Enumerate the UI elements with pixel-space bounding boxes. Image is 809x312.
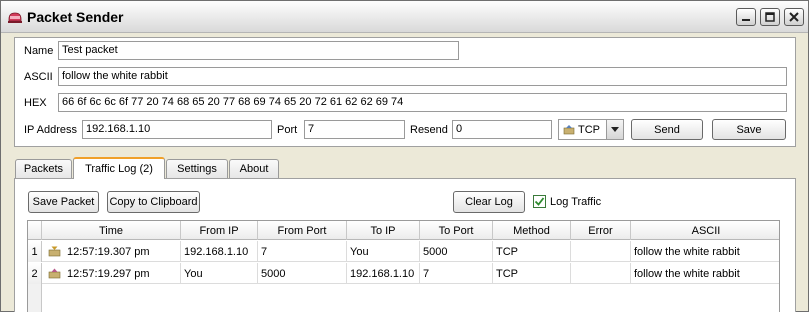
cell-from-ip: 192.168.1.10 [181, 241, 258, 262]
protocol-value: TCP [578, 123, 600, 136]
column-header-to-ip[interactable]: To IP [347, 221, 420, 240]
app-icon [8, 12, 22, 23]
chevron-down-icon[interactable] [606, 120, 623, 139]
ip-address-input[interactable]: 192.168.1.10 [82, 120, 272, 139]
sent-packet-icon [48, 268, 61, 279]
title-bar[interactable]: Packet Sender [1, 1, 808, 33]
clear-log-button[interactable]: Clear Log [453, 191, 525, 213]
cell-time-text: 12:57:19.307 pm [67, 245, 150, 258]
cell-to-port: 7 [420, 263, 493, 284]
column-header-method[interactable]: Method [493, 221, 571, 240]
minimize-icon [742, 19, 750, 21]
packet-form-panel: Name Test packet ASCII follow the white … [14, 37, 796, 147]
cell-ascii: follow the white rabbit [634, 245, 740, 258]
tab-packets[interactable]: Packets [15, 159, 72, 178]
cell-method: TCP [493, 263, 571, 284]
name-input[interactable]: Test packet [58, 41, 459, 60]
cell-ascii: follow the white rabbit [634, 267, 740, 280]
save-packet-button[interactable]: Save Packet [28, 191, 99, 213]
column-header-ascii[interactable]: ASCII [631, 221, 779, 240]
log-traffic-checkbox[interactable] [533, 195, 546, 208]
cell-to-ip: You [347, 241, 420, 262]
hex-input[interactable]: 66 6f 6c 6c 6f 77 20 74 68 65 20 77 68 6… [58, 93, 787, 112]
cell-method: TCP [493, 241, 571, 262]
cell-from-port: 7 [258, 241, 347, 262]
cell-time: 12:57:19.297 pm [42, 263, 181, 284]
minimize-button[interactable] [736, 8, 756, 26]
protocol-select[interactable]: TCP [558, 119, 624, 140]
ascii-input[interactable]: follow the white rabbit [58, 67, 787, 86]
cell-from-port: 5000 [258, 263, 347, 284]
maximize-button[interactable] [760, 8, 780, 26]
ip-address-label: IP Address [24, 124, 77, 136]
row-number: 2 [28, 263, 42, 284]
column-header-time[interactable]: Time [42, 221, 181, 240]
cell-error [571, 263, 631, 284]
app-window: Packet Sender Name Test packet ASCII fol… [0, 0, 809, 312]
send-button[interactable]: Send [631, 119, 703, 140]
port-input[interactable]: 7 [304, 120, 405, 139]
column-header-to-port[interactable]: To Port [420, 221, 493, 240]
close-icon [789, 12, 799, 22]
cell-error [571, 241, 631, 262]
name-label: Name [24, 45, 54, 57]
column-header-from-ip[interactable]: From IP [181, 221, 258, 240]
copy-to-clipboard-button[interactable]: Copy to Clipboard [107, 191, 200, 213]
row-number: 1 [28, 241, 42, 262]
log-traffic-label: Log Traffic [550, 196, 602, 208]
hex-label: HEX [24, 97, 47, 109]
cell-time-text: 12:57:19.297 pm [67, 267, 150, 280]
port-label: Port [277, 124, 298, 136]
window-title: Packet Sender [27, 9, 124, 25]
tcp-icon [563, 124, 575, 134]
cell-to-ip: 192.168.1.10 [347, 263, 420, 284]
checkmark-icon [534, 197, 545, 206]
cell-to-port: 5000 [420, 241, 493, 262]
table-row[interactable]: 1 12:57:19.307 pm 192.168.1.10 7 You 500… [28, 241, 779, 262]
column-header-error[interactable]: Error [571, 221, 631, 240]
table-header: Time From IP From Port To IP To Port Met… [28, 221, 779, 240]
tab-traffic-log[interactable]: Traffic Log (2) [73, 157, 165, 179]
tab-settings[interactable]: Settings [166, 159, 228, 178]
resend-label: Resend [410, 124, 448, 136]
tab-about[interactable]: About [229, 159, 279, 178]
close-button[interactable] [784, 8, 804, 26]
row-header-gutter [28, 284, 42, 312]
table-corner [28, 221, 42, 240]
save-button[interactable]: Save [712, 119, 786, 140]
ascii-label: ASCII [24, 71, 53, 83]
traffic-log-table[interactable]: Time From IP From Port To IP To Port Met… [27, 220, 780, 312]
cell-from-ip: You [181, 263, 258, 284]
received-packet-icon [48, 246, 61, 257]
resend-input[interactable]: 0 [452, 120, 552, 139]
maximize-icon [765, 12, 775, 22]
column-header-from-port[interactable]: From Port [258, 221, 347, 240]
table-row[interactable]: 2 12:57:19.297 pm You 5000 192.168.1.10 … [28, 263, 779, 284]
cell-time: 12:57:19.307 pm [42, 241, 181, 262]
